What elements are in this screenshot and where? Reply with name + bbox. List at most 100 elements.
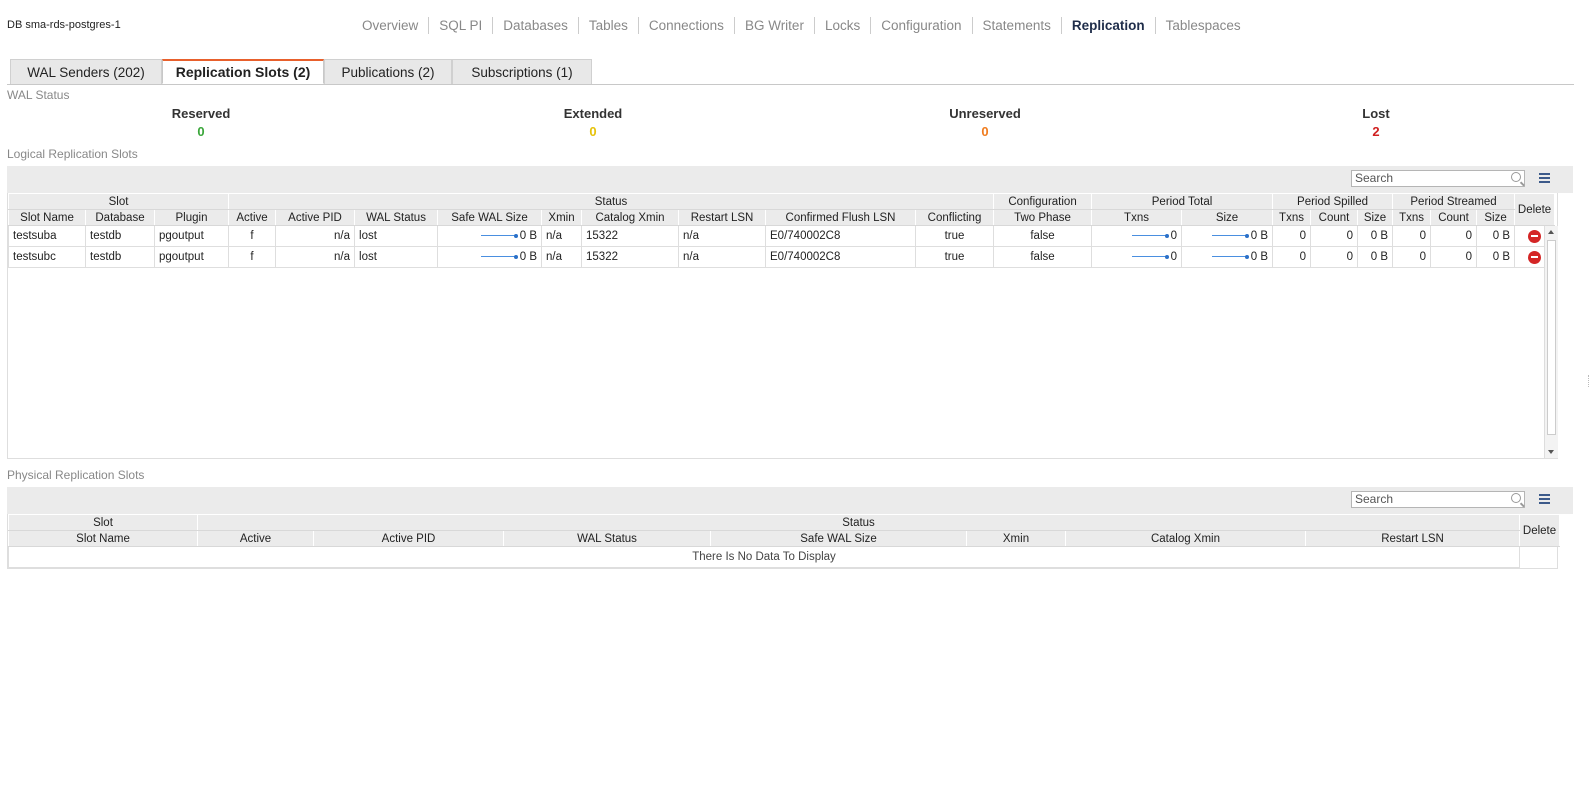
scroll-up-icon[interactable]	[1548, 230, 1554, 234]
col-streamed-txns[interactable]: Txns	[1392, 209, 1432, 226]
cell-two-phase: false	[993, 225, 1093, 247]
col-catalog-xmin[interactable]: Catalog Xmin	[581, 209, 680, 226]
col-plugin[interactable]: Plugin	[153, 209, 230, 226]
cell-conflicting: true	[915, 246, 995, 268]
logical-toolbar: Search	[7, 166, 1573, 193]
cell-streamed-txns: 0	[1392, 225, 1432, 247]
tab-replication-slots[interactable]: Replication Slots (2)	[162, 59, 324, 84]
col-slot-name[interactable]: Slot Name	[8, 530, 198, 547]
col-catalog-xmin[interactable]: Catalog Xmin	[1065, 530, 1306, 547]
col-spilled-size[interactable]: Size	[1357, 209, 1394, 226]
delete-icon[interactable]	[1528, 229, 1542, 243]
cell-restart-lsn: n/a	[678, 225, 767, 247]
cell-total-size-value: 0 B	[1250, 251, 1269, 263]
col-active-pid[interactable]: Active PID	[275, 209, 356, 226]
nav-databases[interactable]: Databases	[493, 17, 579, 34]
col-streamed-count[interactable]: Count	[1430, 209, 1478, 226]
cell-spilled-size: 0 B	[1357, 246, 1394, 268]
logical-slots-grid: Slot Status Configuration Period Total P…	[7, 193, 1558, 459]
sparkline-icon	[1131, 233, 1169, 238]
cell-slot-name: testsuba	[8, 225, 86, 247]
logical-scrollbar[interactable]	[1544, 226, 1558, 458]
nav-configuration[interactable]: Configuration	[871, 17, 973, 34]
col-total-size[interactable]: Size	[1181, 209, 1274, 226]
group-configuration: Configuration	[993, 193, 1093, 210]
wal-reserved-value: 0	[197, 124, 205, 139]
col-wal-status[interactable]: WAL Status	[503, 530, 711, 547]
search-icon[interactable]	[1511, 172, 1521, 182]
wal-extended-label: Extended	[563, 106, 623, 121]
col-active[interactable]: Active	[197, 530, 314, 547]
nav-locks[interactable]: Locks	[815, 17, 872, 34]
col-restart-lsn[interactable]: Restart LSN	[678, 209, 767, 226]
nav-replication[interactable]: Replication	[1062, 17, 1156, 34]
column-chooser-icon[interactable]	[1539, 173, 1550, 183]
col-active[interactable]: Active	[228, 209, 277, 226]
col-streamed-size[interactable]: Size	[1476, 209, 1516, 226]
scroll-thumb[interactable]	[1547, 240, 1556, 435]
nav-sql-pi[interactable]: SQL PI	[429, 17, 494, 34]
cell-active: f	[228, 225, 277, 247]
column-chooser-icon[interactable]	[1539, 494, 1550, 504]
nav-tablespaces[interactable]: Tablespaces	[1156, 17, 1251, 34]
col-database[interactable]: Database	[85, 209, 155, 226]
group-period-spilled: Period Spilled	[1272, 193, 1394, 210]
cell-spilled-txns: 0	[1272, 246, 1312, 268]
sparkline-icon	[1211, 254, 1249, 259]
cell-safe-wal-size: 0 B	[437, 225, 543, 247]
logical-slots-title: Logical Replication Slots	[7, 147, 138, 161]
nav-statements[interactable]: Statements	[973, 17, 1062, 34]
search-icon[interactable]	[1511, 493, 1521, 503]
cell-total-size: 0 B	[1181, 246, 1274, 268]
tab-subscriptions[interactable]: Subscriptions (1)	[452, 59, 592, 84]
physical-slots-title: Physical Replication Slots	[7, 468, 145, 482]
nav-bg-writer[interactable]: BG Writer	[735, 17, 815, 34]
col-xmin[interactable]: Xmin	[541, 209, 583, 226]
col-spilled-txns[interactable]: Txns	[1272, 209, 1312, 226]
cell-active: f	[228, 246, 277, 268]
col-delete[interactable]: Delete	[1519, 514, 1561, 547]
col-two-phase[interactable]: Two Phase	[993, 209, 1093, 226]
cell-streamed-count: 0	[1430, 246, 1478, 268]
cell-catalog-xmin: 15322	[581, 246, 680, 268]
nav-connections[interactable]: Connections	[639, 17, 735, 34]
cell-total-txns: 0	[1091, 246, 1183, 268]
tab-wal-senders[interactable]: WAL Senders (202)	[10, 59, 162, 84]
table-row[interactable]: testsuba testdb pgoutput f n/a lost 0 B …	[8, 225, 1556, 247]
wal-status-title: WAL Status	[7, 88, 70, 102]
col-active-pid[interactable]: Active PID	[313, 530, 504, 547]
nav-overview[interactable]: Overview	[352, 17, 430, 34]
col-wal-status[interactable]: WAL Status	[354, 209, 439, 226]
col-safe-wal-size[interactable]: Safe WAL Size	[710, 530, 967, 547]
col-safe-wal-size[interactable]: Safe WAL Size	[437, 209, 543, 226]
delete-icon[interactable]	[1528, 250, 1542, 264]
group-slot: Slot	[8, 514, 198, 531]
logical-search-input[interactable]: Search	[1351, 170, 1525, 187]
col-restart-lsn[interactable]: Restart LSN	[1304, 530, 1521, 547]
col-total-txns[interactable]: Txns	[1091, 209, 1183, 226]
col-spilled-count[interactable]: Count	[1310, 209, 1359, 226]
logical-search-placeholder: Search	[1355, 171, 1394, 185]
cell-safe-wal-size-value: 0 B	[519, 251, 538, 263]
group-slot: Slot	[7, 193, 230, 210]
cell-total-size-value: 0 B	[1250, 230, 1269, 242]
group-period-total: Period Total	[1091, 193, 1274, 210]
cell-streamed-count: 0	[1430, 225, 1478, 247]
cell-two-phase: false	[993, 246, 1093, 268]
nav-tables[interactable]: Tables	[579, 17, 639, 34]
col-delete[interactable]: Delete	[1514, 193, 1556, 226]
col-xmin[interactable]: Xmin	[966, 530, 1066, 547]
cell-wal-status: lost	[354, 225, 439, 247]
cell-total-txns: 0	[1091, 225, 1183, 247]
tab-publications[interactable]: Publications (2)	[324, 59, 452, 84]
cell-plugin: pgoutput	[153, 246, 230, 268]
scroll-down-icon[interactable]	[1548, 450, 1554, 454]
resize-handle[interactable]	[1588, 375, 1590, 387]
col-conflicting[interactable]: Conflicting	[915, 209, 995, 226]
col-slot-name[interactable]: Slot Name	[8, 209, 86, 226]
table-row[interactable]: testsubc testdb pgoutput f n/a lost 0 B …	[8, 246, 1556, 268]
sparkline-icon	[1131, 254, 1169, 259]
physical-search-input[interactable]: Search	[1351, 491, 1525, 508]
col-confirmed-flush-lsn[interactable]: Confirmed Flush LSN	[765, 209, 917, 226]
cell-spilled-count: 0	[1310, 246, 1359, 268]
